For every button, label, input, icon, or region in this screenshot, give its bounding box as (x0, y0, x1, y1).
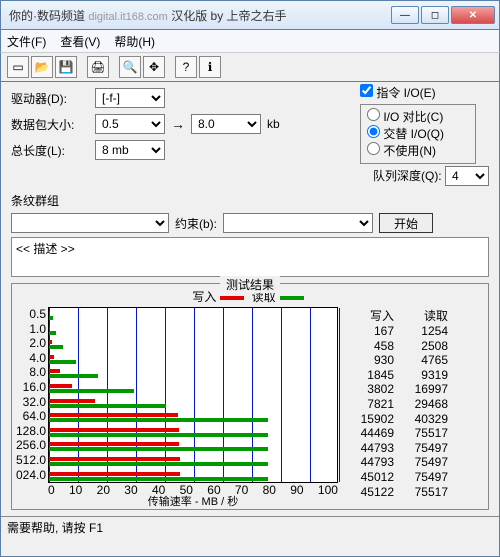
qdepth-label: 队列深度(Q): (373, 169, 442, 183)
data-row: 1671254 (346, 324, 454, 339)
arrow-icon: → (171, 116, 185, 132)
data-row: 18459319 (346, 368, 454, 383)
io-compare-radio[interactable]: I/O 对比(C) (367, 108, 469, 125)
col-read-header: 读取 (400, 307, 454, 324)
minimize-button[interactable]: — (391, 6, 419, 24)
window-title: 你的·数码频道 digital.it168.com 汉化版 by 上帝之右手 (5, 7, 391, 24)
stripe-select[interactable] (11, 213, 169, 233)
block-from-select[interactable]: 0.5 (95, 114, 165, 134)
maximize-button[interactable]: ◻ (421, 6, 449, 24)
data-row: 4479375497 (346, 441, 454, 456)
block-to-select[interactable]: 8.0 (191, 114, 261, 134)
drive-select[interactable]: [-f-] (95, 88, 165, 108)
close-button[interactable]: ✕ (451, 6, 495, 24)
data-row: 4479375497 (346, 455, 454, 470)
data-row: 4446975517 (346, 426, 454, 441)
start-button[interactable]: 开始 (379, 213, 433, 233)
move-icon[interactable]: ✥ (143, 56, 165, 78)
about-icon[interactable]: ℹ (199, 56, 221, 78)
data-row: 4512275517 (346, 485, 454, 500)
constraint-select[interactable] (223, 213, 373, 233)
menu-help[interactable]: 帮助(H) (114, 33, 155, 50)
data-row: 4582508 (346, 339, 454, 354)
data-row: 782129468 (346, 397, 454, 412)
data-row: 9304765 (346, 353, 454, 368)
block-label: 数据包大小: (11, 116, 89, 133)
print-icon[interactable]: 🖨 (87, 56, 109, 78)
drive-label: 驱动器(D): (11, 90, 89, 107)
save-icon[interactable]: 💾 (55, 56, 77, 78)
total-select[interactable]: 8 mb (95, 140, 165, 160)
chart: 0.51.02.04.08.016.032.064.0128.0256.0512… (16, 307, 346, 507)
total-label: 总长度(L): (11, 142, 89, 159)
col-write-header: 写入 (346, 307, 400, 324)
results-title: 测试结果 (220, 276, 280, 293)
status-bar: 需要帮助, 请按 F1 (1, 516, 499, 536)
data-row: 1590240329 (346, 412, 454, 427)
menu-view[interactable]: 查看(V) (60, 33, 100, 50)
new-icon[interactable]: ▭ (7, 56, 29, 78)
help-icon[interactable]: ? (175, 56, 197, 78)
io-mode-group: I/O 对比(C) 交替 I/O(Q) 不使用(N) (360, 104, 476, 164)
menu-file[interactable]: 文件(F) (7, 33, 46, 50)
data-row: 4501275497 (346, 470, 454, 485)
preview-icon[interactable]: 🔍 (119, 56, 141, 78)
io-alt-radio[interactable]: 交替 I/O(Q) (367, 125, 469, 142)
qdepth-select[interactable]: 4 (445, 166, 489, 186)
kb-label: kb (267, 117, 280, 131)
data-row: 380216997 (346, 382, 454, 397)
stripe-label: 条纹群组 (11, 192, 59, 209)
open-icon[interactable]: 📂 (31, 56, 53, 78)
description-box[interactable]: << 描述 >> (11, 237, 489, 277)
cmd-io-checkbox[interactable]: 指令 I/O(E) (360, 86, 436, 100)
constraint-label: 约束(b): (175, 215, 217, 232)
io-disable-radio[interactable]: 不使用(N) (367, 142, 469, 159)
